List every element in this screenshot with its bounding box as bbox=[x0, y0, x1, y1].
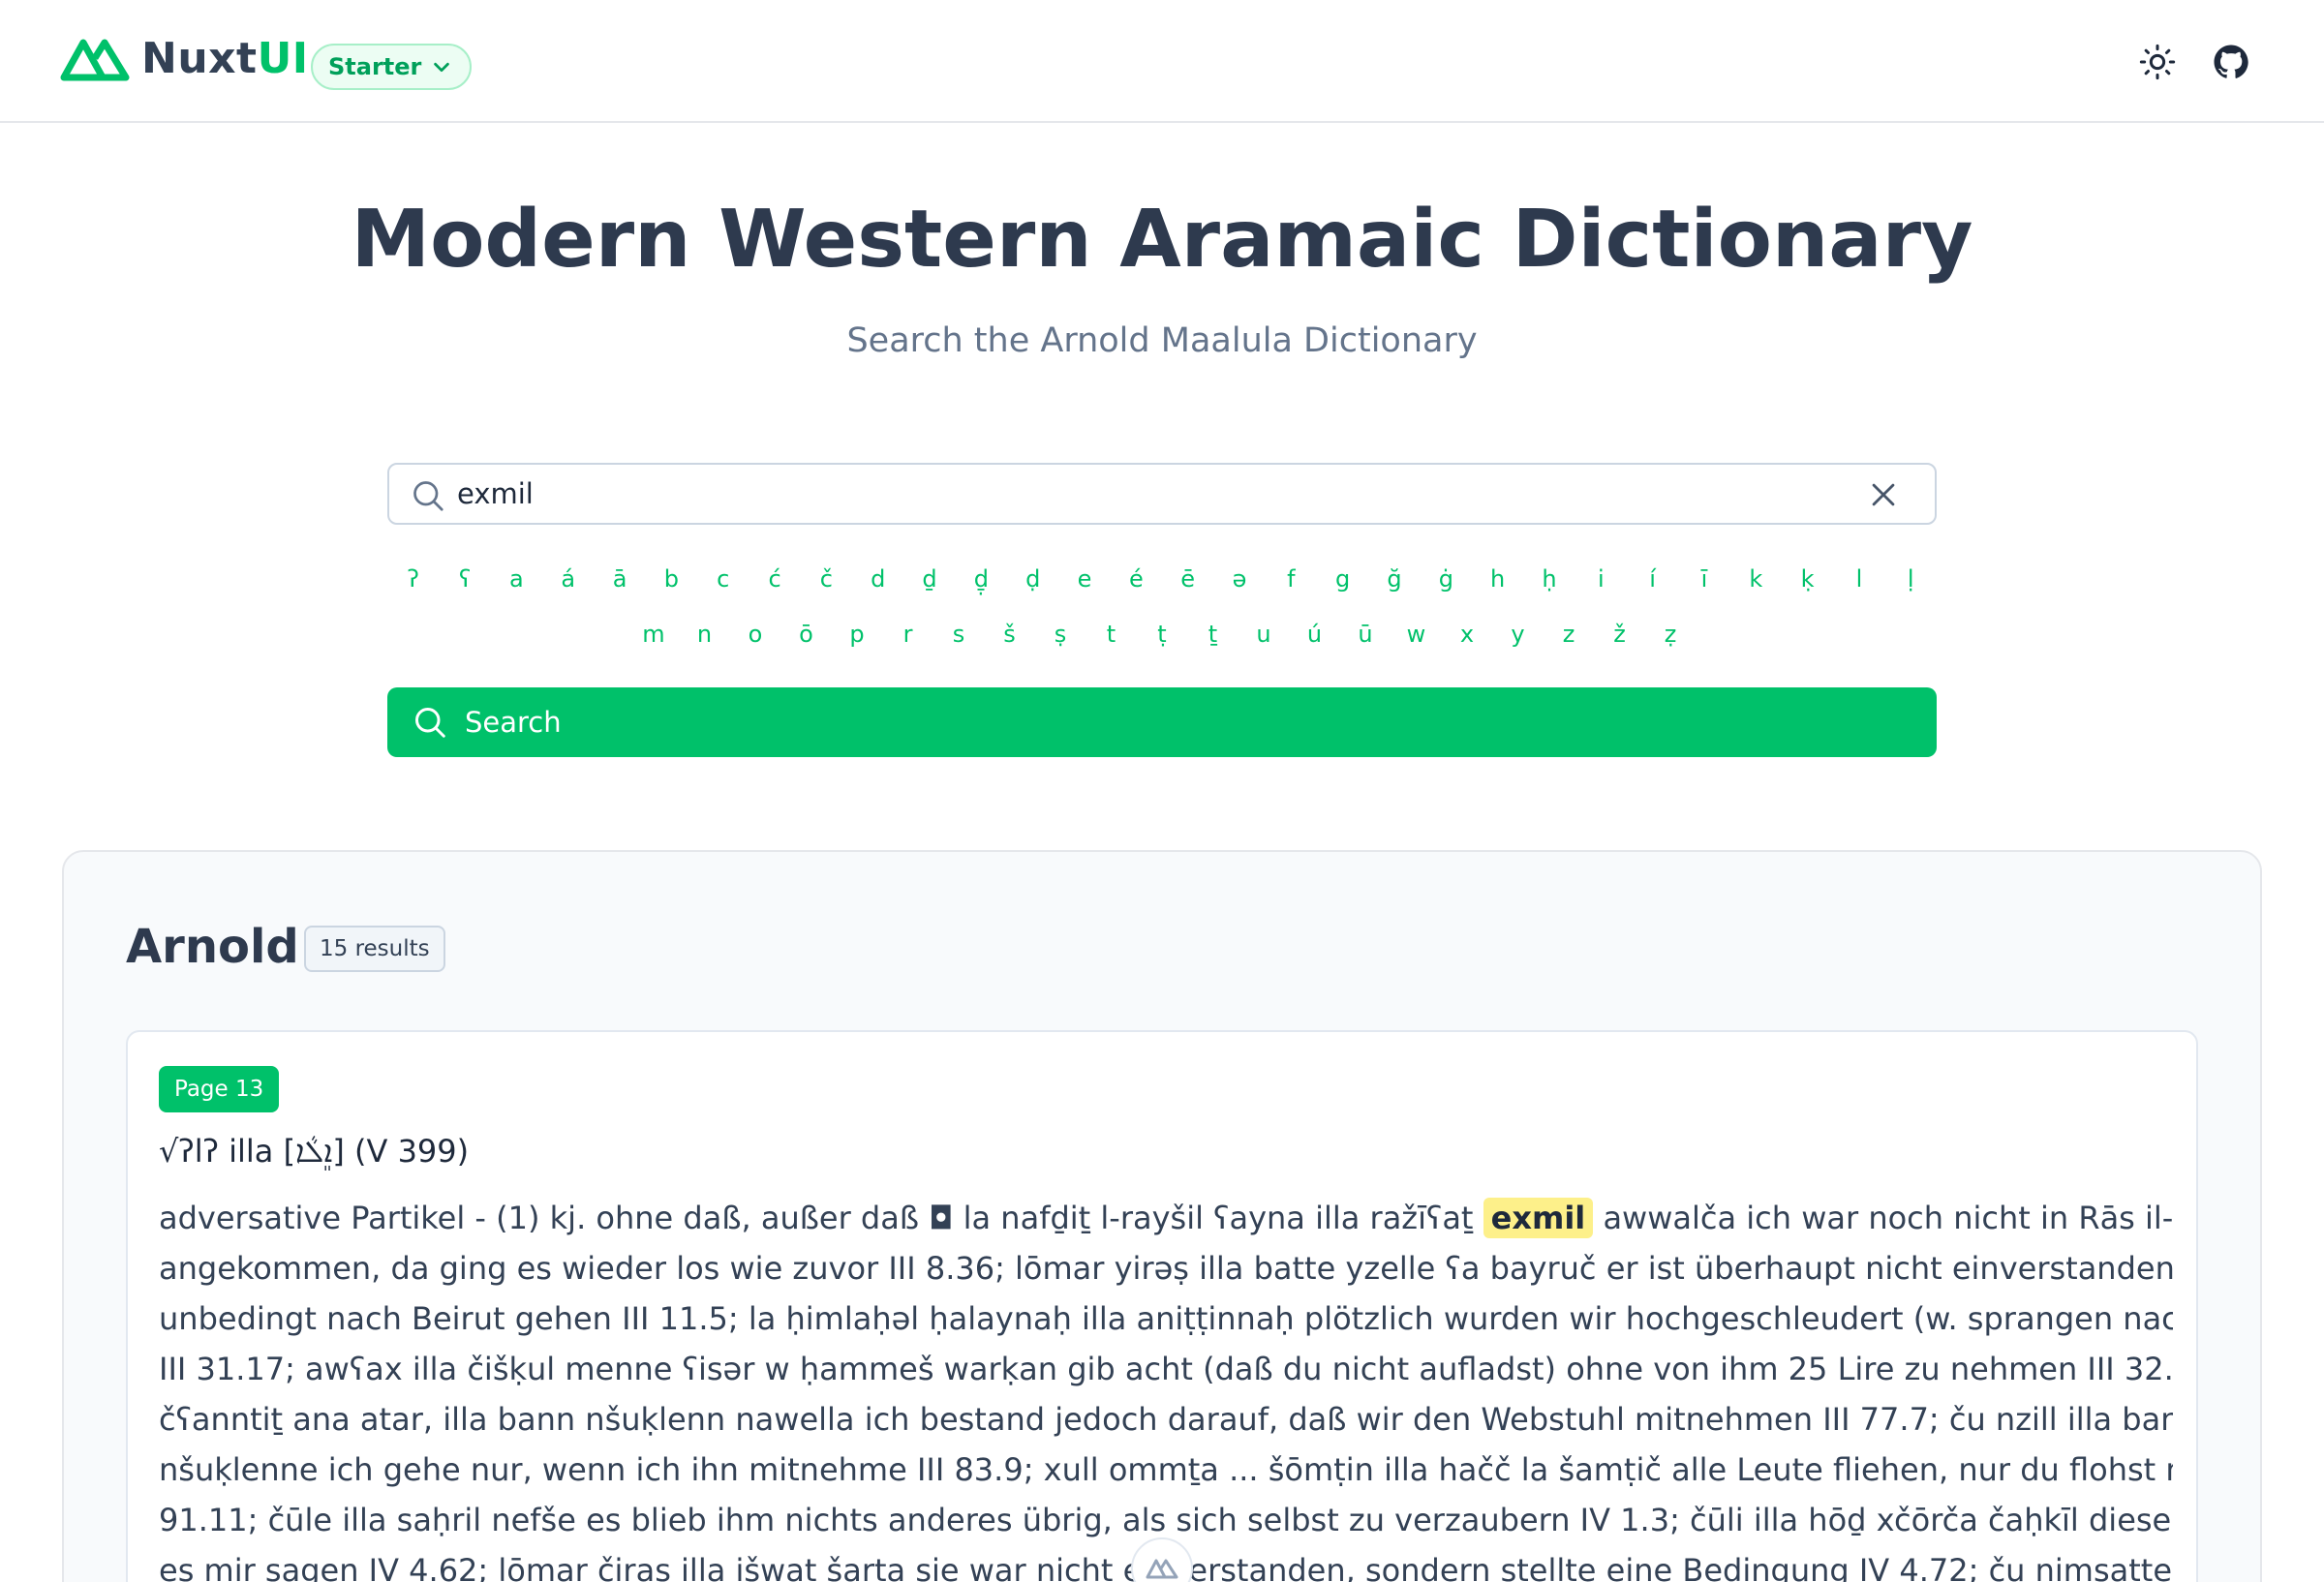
alphabet-letter[interactable]: z bbox=[1544, 621, 1595, 648]
alphabet-letter[interactable]: ṭ bbox=[1137, 621, 1188, 648]
alphabet-letter[interactable]: ṣ bbox=[1035, 621, 1086, 648]
alphabet-letter[interactable]: c bbox=[697, 565, 749, 593]
alphabet-letter[interactable]: ẓ bbox=[1645, 621, 1697, 648]
alphabet-letter[interactable]: ḥ bbox=[1523, 565, 1575, 593]
alphabet-letter[interactable]: ʕ bbox=[439, 565, 490, 593]
alphabet-letter[interactable]: ṯ bbox=[1187, 621, 1238, 648]
alphabet-letter[interactable]: ḏ bbox=[903, 565, 955, 593]
logo-ui-text: UI bbox=[257, 34, 309, 83]
entry-line: čʕanntiṯ ana atar, illa bann nšuḳlenn na… bbox=[159, 1401, 2173, 1438]
search-field[interactable] bbox=[387, 463, 1937, 525]
alphabet-letter[interactable]: k bbox=[1730, 565, 1782, 593]
starter-label: Starter bbox=[328, 53, 422, 80]
alphabet-letter[interactable]: s bbox=[933, 621, 985, 648]
starter-dropdown[interactable]: Starter bbox=[311, 44, 473, 90]
results-count-badge: 15 results bbox=[304, 926, 445, 972]
clear-search-button[interactable] bbox=[1867, 478, 1900, 511]
alphabet-letter[interactable]: ḏ̣ bbox=[956, 565, 1007, 593]
results-source-title: Arnold bbox=[126, 920, 299, 974]
alphabet-letter[interactable]: x bbox=[1442, 621, 1493, 648]
entry-line: III 31.17; awʕax illa čišḳul menne ʕisər… bbox=[159, 1351, 2173, 1387]
alphabet-letter[interactable]: h bbox=[1472, 565, 1523, 593]
alphabet-letter[interactable]: d bbox=[852, 565, 903, 593]
nuxt-logo-icon bbox=[1146, 1559, 1178, 1579]
logo-wordmark: NuxtUI bbox=[141, 38, 309, 80]
alphabet-letter[interactable]: p bbox=[832, 621, 883, 648]
page-subtitle: Search the Arnold Maalula Dictionary bbox=[846, 321, 1478, 360]
alphabet-letter[interactable]: ú bbox=[1289, 621, 1340, 648]
alphabet-letter[interactable]: a bbox=[491, 565, 542, 593]
alphabet-letter[interactable]: b bbox=[646, 565, 697, 593]
alphabet-letter[interactable]: r bbox=[882, 621, 933, 648]
alphabet-letter[interactable]: č bbox=[801, 565, 852, 593]
alphabet-letter[interactable]: ġ bbox=[1421, 565, 1472, 593]
chevron-down-icon bbox=[434, 62, 450, 73]
alphabet-letter[interactable]: t bbox=[1086, 621, 1137, 648]
logo-nuxt-text: Nuxt bbox=[141, 34, 258, 83]
alphabet-letter[interactable]: i bbox=[1575, 565, 1627, 593]
entry-line-first: adversative Partikel - (1) kj. ohne daß,… bbox=[159, 1193, 2173, 1243]
github-link[interactable] bbox=[2210, 41, 2252, 83]
alphabet-letter[interactable]: u bbox=[1238, 621, 1290, 648]
search-icon bbox=[413, 481, 443, 511]
alphabet-letter[interactable]: ē bbox=[1162, 565, 1213, 593]
search-highlight: exmil bbox=[1483, 1198, 1594, 1238]
alphabet-letter[interactable]: ī bbox=[1678, 565, 1729, 593]
alphabet-letter[interactable]: ḍ bbox=[1007, 565, 1058, 593]
alphabet-letter[interactable]: ḳ bbox=[1782, 565, 1833, 593]
alphabet-letter[interactable]: w bbox=[1391, 621, 1442, 648]
alphabet-letter[interactable]: f bbox=[1266, 565, 1317, 593]
alphabet-letter[interactable]: y bbox=[1492, 621, 1544, 648]
github-icon bbox=[2214, 45, 2248, 78]
alphabet-letter[interactable]: o bbox=[730, 621, 781, 648]
alphabet-letter[interactable]: ā bbox=[594, 565, 645, 593]
nuxt-logo-icon bbox=[60, 39, 130, 81]
page-title: Modern Western Aramaic Dictionary bbox=[351, 194, 1973, 286]
alphabet-letter[interactable]: ž bbox=[1594, 621, 1645, 648]
alphabet-letter[interactable]: ə bbox=[1213, 565, 1265, 593]
alphabet-letter[interactable]: g bbox=[1317, 565, 1368, 593]
search-button-label: Search bbox=[465, 706, 562, 739]
entry-text: adversative Partikel - (1) kj. ohne daß,… bbox=[159, 1193, 2173, 1582]
alphabet-letter[interactable]: ū bbox=[1340, 621, 1391, 648]
search-input[interactable] bbox=[457, 465, 1813, 523]
entry-line: nšuḳlenne ich gehe nur, wenn ich ihn mit… bbox=[159, 1451, 2173, 1488]
alphabet-letter[interactable]: é bbox=[1111, 565, 1162, 593]
alphabet-letter[interactable]: m bbox=[628, 621, 680, 648]
alphabet-letter[interactable]: ć bbox=[749, 565, 800, 593]
entry-text-after: awwalča ich war noch nicht in Rās il-ʕAy… bbox=[1603, 1200, 2173, 1236]
alphabet-letter[interactable]: š bbox=[984, 621, 1035, 648]
sun-icon bbox=[2139, 44, 2176, 80]
entry-text-before: adversative Partikel - (1) kj. ohne daß,… bbox=[159, 1200, 1474, 1236]
entry-line: unbedingt nach Beirut gehen III 11.5; la… bbox=[159, 1300, 2173, 1337]
page-badge[interactable]: Page 13 bbox=[159, 1066, 280, 1112]
alphabet-letter[interactable]: á bbox=[542, 565, 594, 593]
alphabet-letter[interactable]: ğ bbox=[1368, 565, 1420, 593]
entry-line: angekommen, da ging es wieder los wie zu… bbox=[159, 1250, 2173, 1287]
search-button[interactable]: Search bbox=[387, 687, 1937, 757]
entry-root: √ʔlʔ illa [ܐܸܠܵܐ] (V 399) bbox=[159, 1133, 470, 1170]
color-mode-toggle[interactable] bbox=[2136, 41, 2179, 83]
alphabet-letter[interactable]: e bbox=[1058, 565, 1110, 593]
nuxt-ui-logo[interactable]: NuxtUI bbox=[60, 35, 309, 83]
alphabet-row-2: mnoōprsšṣtṭṯuúūwxyzžẓ bbox=[387, 621, 1937, 648]
alphabet-letter[interactable]: ḷ bbox=[1885, 565, 1937, 593]
alphabet-letter[interactable]: n bbox=[679, 621, 730, 648]
alphabet-letter[interactable]: ʔ bbox=[387, 565, 439, 593]
alphabet-row-1: ʔ ʕ a á ā b c ć č d ḏ ḏ̣ ḍ e é ē ə f g ğ ġ h ḥ i í ī k ḳ l ḷ bbox=[387, 565, 1937, 593]
alphabet-letter[interactable]: l bbox=[1833, 565, 1884, 593]
close-icon bbox=[1872, 483, 1895, 506]
alphabet-letter[interactable]: ō bbox=[780, 621, 832, 648]
search-icon bbox=[415, 708, 445, 738]
top-navbar: NuxtUI Starter bbox=[0, 0, 2324, 123]
alphabet-letter[interactable]: í bbox=[1627, 565, 1678, 593]
